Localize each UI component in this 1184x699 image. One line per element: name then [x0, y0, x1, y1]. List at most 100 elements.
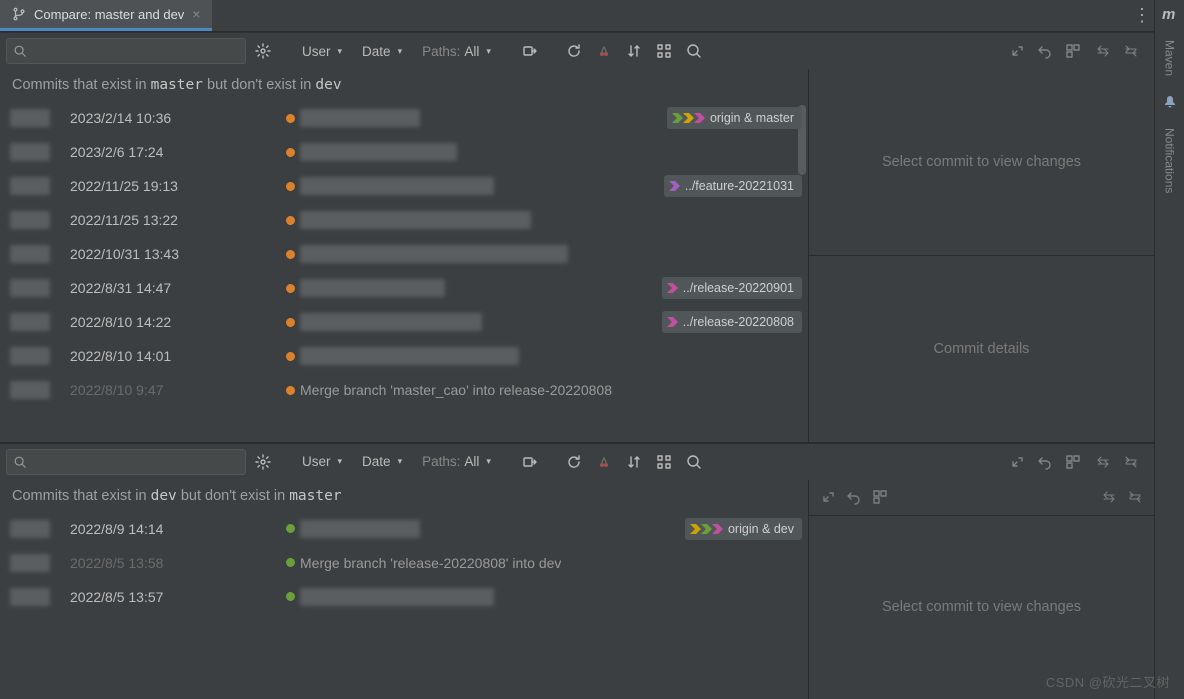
cherry-pick-button[interactable]	[591, 449, 617, 475]
filter-user[interactable]: User▾	[294, 38, 350, 64]
tab-compare[interactable]: Compare: master and dev ×	[0, 0, 212, 31]
commit-row[interactable]: 2022/8/5 13:58 Merge branch 'release-202…	[0, 546, 808, 580]
redacted-message	[300, 143, 457, 161]
caption-top: Commits that exist in master but don't e…	[0, 69, 808, 101]
collapse-all-button[interactable]	[1122, 484, 1148, 510]
commit-list-bot[interactable]: 2022/8/9 14:14 origin & dev 2022/8/5 13:…	[0, 512, 808, 699]
commit-row[interactable]: 2022/8/31 14:47 ../release-20220901	[0, 271, 808, 305]
details-top: Select commit to view changes Commit det…	[809, 69, 1154, 442]
commit-row[interactable]: 2022/11/25 13:22	[0, 203, 808, 237]
filter-date[interactable]: Date▾	[354, 449, 410, 475]
branch-ref-tag[interactable]: ../release-20220901	[662, 277, 802, 299]
maven-tool-button[interactable]: Maven	[1163, 34, 1177, 82]
collapse-all-button[interactable]	[1118, 38, 1144, 64]
expand-all-button[interactable]	[1090, 38, 1116, 64]
bell-icon	[1162, 94, 1178, 110]
redacted-message	[300, 313, 482, 331]
filter-settings-button[interactable]	[250, 449, 276, 475]
revert-button[interactable]	[1032, 449, 1058, 475]
commit-date: 2022/8/5 13:57	[70, 589, 280, 605]
commit-date: 2022/11/25 13:22	[70, 212, 280, 228]
panel-master-only: User▾ Date▾ Paths: All▾ Commits that exi…	[0, 32, 1154, 442]
group-button[interactable]	[1060, 449, 1086, 475]
commit-date: 2022/8/10 14:01	[70, 348, 280, 364]
svg-text:m: m	[1162, 6, 1175, 22]
redacted-message	[300, 279, 445, 297]
revert-button[interactable]	[1032, 38, 1058, 64]
go-to-button[interactable]	[1004, 449, 1030, 475]
intellisort-button[interactable]	[517, 38, 543, 64]
presentation-button[interactable]	[651, 449, 677, 475]
redacted-message	[300, 109, 420, 127]
caption-bot: Commits that exist in dev but don't exis…	[0, 480, 808, 512]
commit-date: 2023/2/14 10:36	[70, 110, 280, 126]
panel-dev-only: User▾ Date▾ Paths: All▾ Commits that exi…	[0, 442, 1154, 699]
commit-message: Merge branch 'master_cao' into release-2…	[300, 382, 612, 398]
expand-all-button[interactable]	[1090, 449, 1116, 475]
commit-date: 2022/8/31 14:47	[70, 280, 280, 296]
redacted-message	[300, 211, 531, 229]
tab-bar: Compare: master and dev × ⋮	[0, 0, 1154, 32]
refresh-button[interactable]	[561, 38, 587, 64]
cherry-pick-button[interactable]	[591, 38, 617, 64]
commit-date: 2022/8/10 9:47	[70, 382, 280, 398]
redacted-message	[300, 245, 568, 263]
commit-row[interactable]: 2022/8/10 14:01	[0, 339, 808, 373]
details-bot: Select commit to view changes	[809, 480, 1154, 699]
commit-date: 2022/10/31 13:43	[70, 246, 280, 262]
commit-row[interactable]: 2023/2/14 10:36 origin & master	[0, 101, 808, 135]
commit-row[interactable]: 2023/2/6 17:24	[0, 135, 808, 169]
toolbar-bot: User▾ Date▾ Paths: All▾	[0, 444, 1154, 480]
revert-button[interactable]	[841, 484, 867, 510]
collapse-all-button[interactable]	[1118, 449, 1144, 475]
find-button[interactable]	[681, 449, 707, 475]
expand-all-button[interactable]	[1096, 484, 1122, 510]
find-button[interactable]	[681, 38, 707, 64]
search-input[interactable]	[6, 38, 246, 64]
group-button[interactable]	[1060, 38, 1086, 64]
toolbar-top: User▾ Date▾ Paths: All▾	[0, 33, 1154, 69]
filter-paths[interactable]: Paths: All▾	[414, 38, 499, 64]
commit-list-top[interactable]: 2023/2/14 10:36 origin & master 2023/2/6…	[0, 101, 808, 442]
details-placeholder: Select commit to view changes	[809, 69, 1154, 256]
presentation-button[interactable]	[651, 38, 677, 64]
close-icon[interactable]: ×	[192, 6, 200, 22]
sort-button[interactable]	[621, 449, 647, 475]
branch-ref-tag[interactable]: ../release-20220808	[662, 311, 802, 333]
commit-row[interactable]: 2022/8/10 9:47 Merge branch 'master_cao'…	[0, 373, 808, 407]
branch-ref-tag[interactable]: origin & dev	[685, 518, 802, 540]
commit-date: 2022/8/9 14:14	[70, 521, 280, 537]
watermark: CSDN @砍光二叉树	[1046, 672, 1170, 691]
commit-row[interactable]: 2022/8/9 14:14 origin & dev	[0, 512, 808, 546]
tab-title: Compare: master and dev	[34, 7, 184, 22]
filter-settings-button[interactable]	[250, 38, 276, 64]
commit-details-placeholder: Commit details	[809, 256, 1154, 442]
redacted-message	[300, 588, 494, 606]
go-to-button[interactable]	[1004, 38, 1030, 64]
commit-date: 2022/8/10 14:22	[70, 314, 280, 330]
intellisort-button[interactable]	[517, 449, 543, 475]
branch-ref-tag[interactable]: ../feature-20221031	[664, 175, 802, 197]
commit-date: 2023/2/6 17:24	[70, 144, 280, 160]
tab-options-button[interactable]: ⋮	[1130, 0, 1154, 31]
details-toolbar-bot	[809, 480, 1154, 516]
right-tool-strip: m Maven Notifications	[1154, 0, 1184, 699]
refresh-button[interactable]	[561, 449, 587, 475]
commit-date: 2022/11/25 19:13	[70, 178, 280, 194]
commit-row[interactable]: 2022/11/25 19:13 ../feature-20221031	[0, 169, 808, 203]
notifications-tool-button[interactable]: Notifications	[1163, 122, 1177, 199]
branch-ref-tag[interactable]: origin & master	[667, 107, 802, 129]
filter-user[interactable]: User▾	[294, 449, 350, 475]
commit-row[interactable]: 2022/8/10 14:22 ../release-20220808	[0, 305, 808, 339]
sort-button[interactable]	[621, 38, 647, 64]
go-to-button[interactable]	[815, 484, 841, 510]
redacted-message	[300, 347, 519, 365]
search-input[interactable]	[6, 449, 246, 475]
filter-paths[interactable]: Paths: All▾	[414, 449, 499, 475]
commit-row[interactable]: 2022/8/5 13:57	[0, 580, 808, 614]
branch-icon	[12, 7, 26, 21]
commit-row[interactable]: 2022/10/31 13:43	[0, 237, 808, 271]
filter-date[interactable]: Date▾	[354, 38, 410, 64]
commit-message: Merge branch 'release-20220808' into dev	[300, 555, 561, 571]
group-button[interactable]	[867, 484, 893, 510]
